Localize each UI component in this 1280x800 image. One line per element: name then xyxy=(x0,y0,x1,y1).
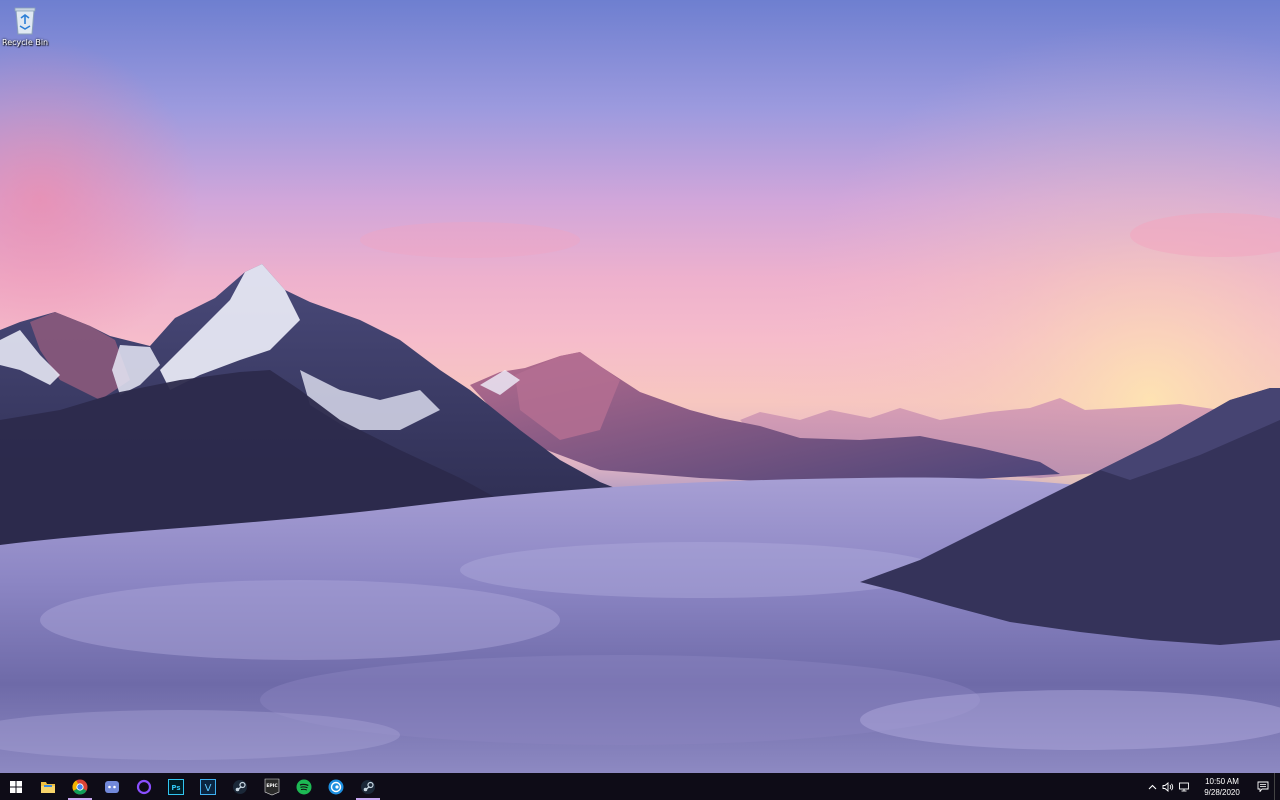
action-center-button[interactable] xyxy=(1252,773,1274,800)
folder-icon xyxy=(41,781,55,793)
action-center-icon xyxy=(1257,781,1269,792)
steam-icon xyxy=(361,779,375,794)
chevron-up-icon xyxy=(1148,784,1156,789)
wallpaper-mountains-image xyxy=(0,0,1280,773)
clock-time: 10:50 AM xyxy=(1205,776,1239,786)
taskbar-app-file-explorer[interactable] xyxy=(32,773,64,800)
taskbar-app-cortana[interactable] xyxy=(128,773,160,800)
spotify-icon xyxy=(296,779,312,794)
windows-logo-icon xyxy=(10,780,22,793)
taskbar-app-spotify[interactable] xyxy=(288,773,320,800)
taskbar-app-chrome[interactable] xyxy=(64,773,96,800)
taskbar-app-epic-games[interactable]: EPIC xyxy=(256,773,288,800)
steam-icon xyxy=(233,779,247,794)
show-hidden-icons-button[interactable] xyxy=(1144,773,1160,800)
svg-text:EPIC: EPIC xyxy=(266,783,278,789)
taskbar-app-steam-running[interactable] xyxy=(352,773,384,800)
show-desktop-button[interactable] xyxy=(1274,773,1280,800)
photoshop-icon: Ps xyxy=(168,778,184,795)
taskbar-app-discord[interactable] xyxy=(96,773,128,800)
start-button[interactable] xyxy=(0,773,32,800)
svg-text:V: V xyxy=(205,783,212,794)
network-icon xyxy=(1179,782,1189,791)
network-button[interactable] xyxy=(1176,773,1192,800)
volume-button[interactable] xyxy=(1160,773,1176,800)
taskbar-app-uplay[interactable] xyxy=(320,773,352,800)
epic-games-icon: EPIC xyxy=(264,778,280,795)
svg-text:Ps: Ps xyxy=(171,784,180,792)
taskbar: Ps V EPIC 10:50 AM 9/28/2020 xyxy=(0,773,1280,800)
vegas-icon: V xyxy=(200,778,216,795)
desktop: Recycle Bin xyxy=(0,0,1280,773)
taskbar-app-steam[interactable] xyxy=(224,773,256,800)
recycle-bin-icon xyxy=(14,7,36,35)
discord-icon xyxy=(105,780,119,793)
taskbar-app-photoshop[interactable]: Ps xyxy=(160,773,192,800)
volume-icon xyxy=(1162,781,1174,792)
clock[interactable]: 10:50 AM 9/28/2020 xyxy=(1196,776,1248,798)
clock-date: 9/28/2020 xyxy=(1204,787,1240,797)
desktop-icon-recycle-bin[interactable]: Recycle Bin xyxy=(2,4,48,47)
cortana-ring-icon xyxy=(136,779,152,794)
taskbar-app-vegas[interactable]: V xyxy=(192,773,224,800)
desktop-icon-label: Recycle Bin xyxy=(2,38,49,47)
uplay-icon xyxy=(328,779,344,794)
chrome-icon xyxy=(72,779,88,795)
system-tray: 10:50 AM 9/28/2020 xyxy=(1144,773,1280,800)
